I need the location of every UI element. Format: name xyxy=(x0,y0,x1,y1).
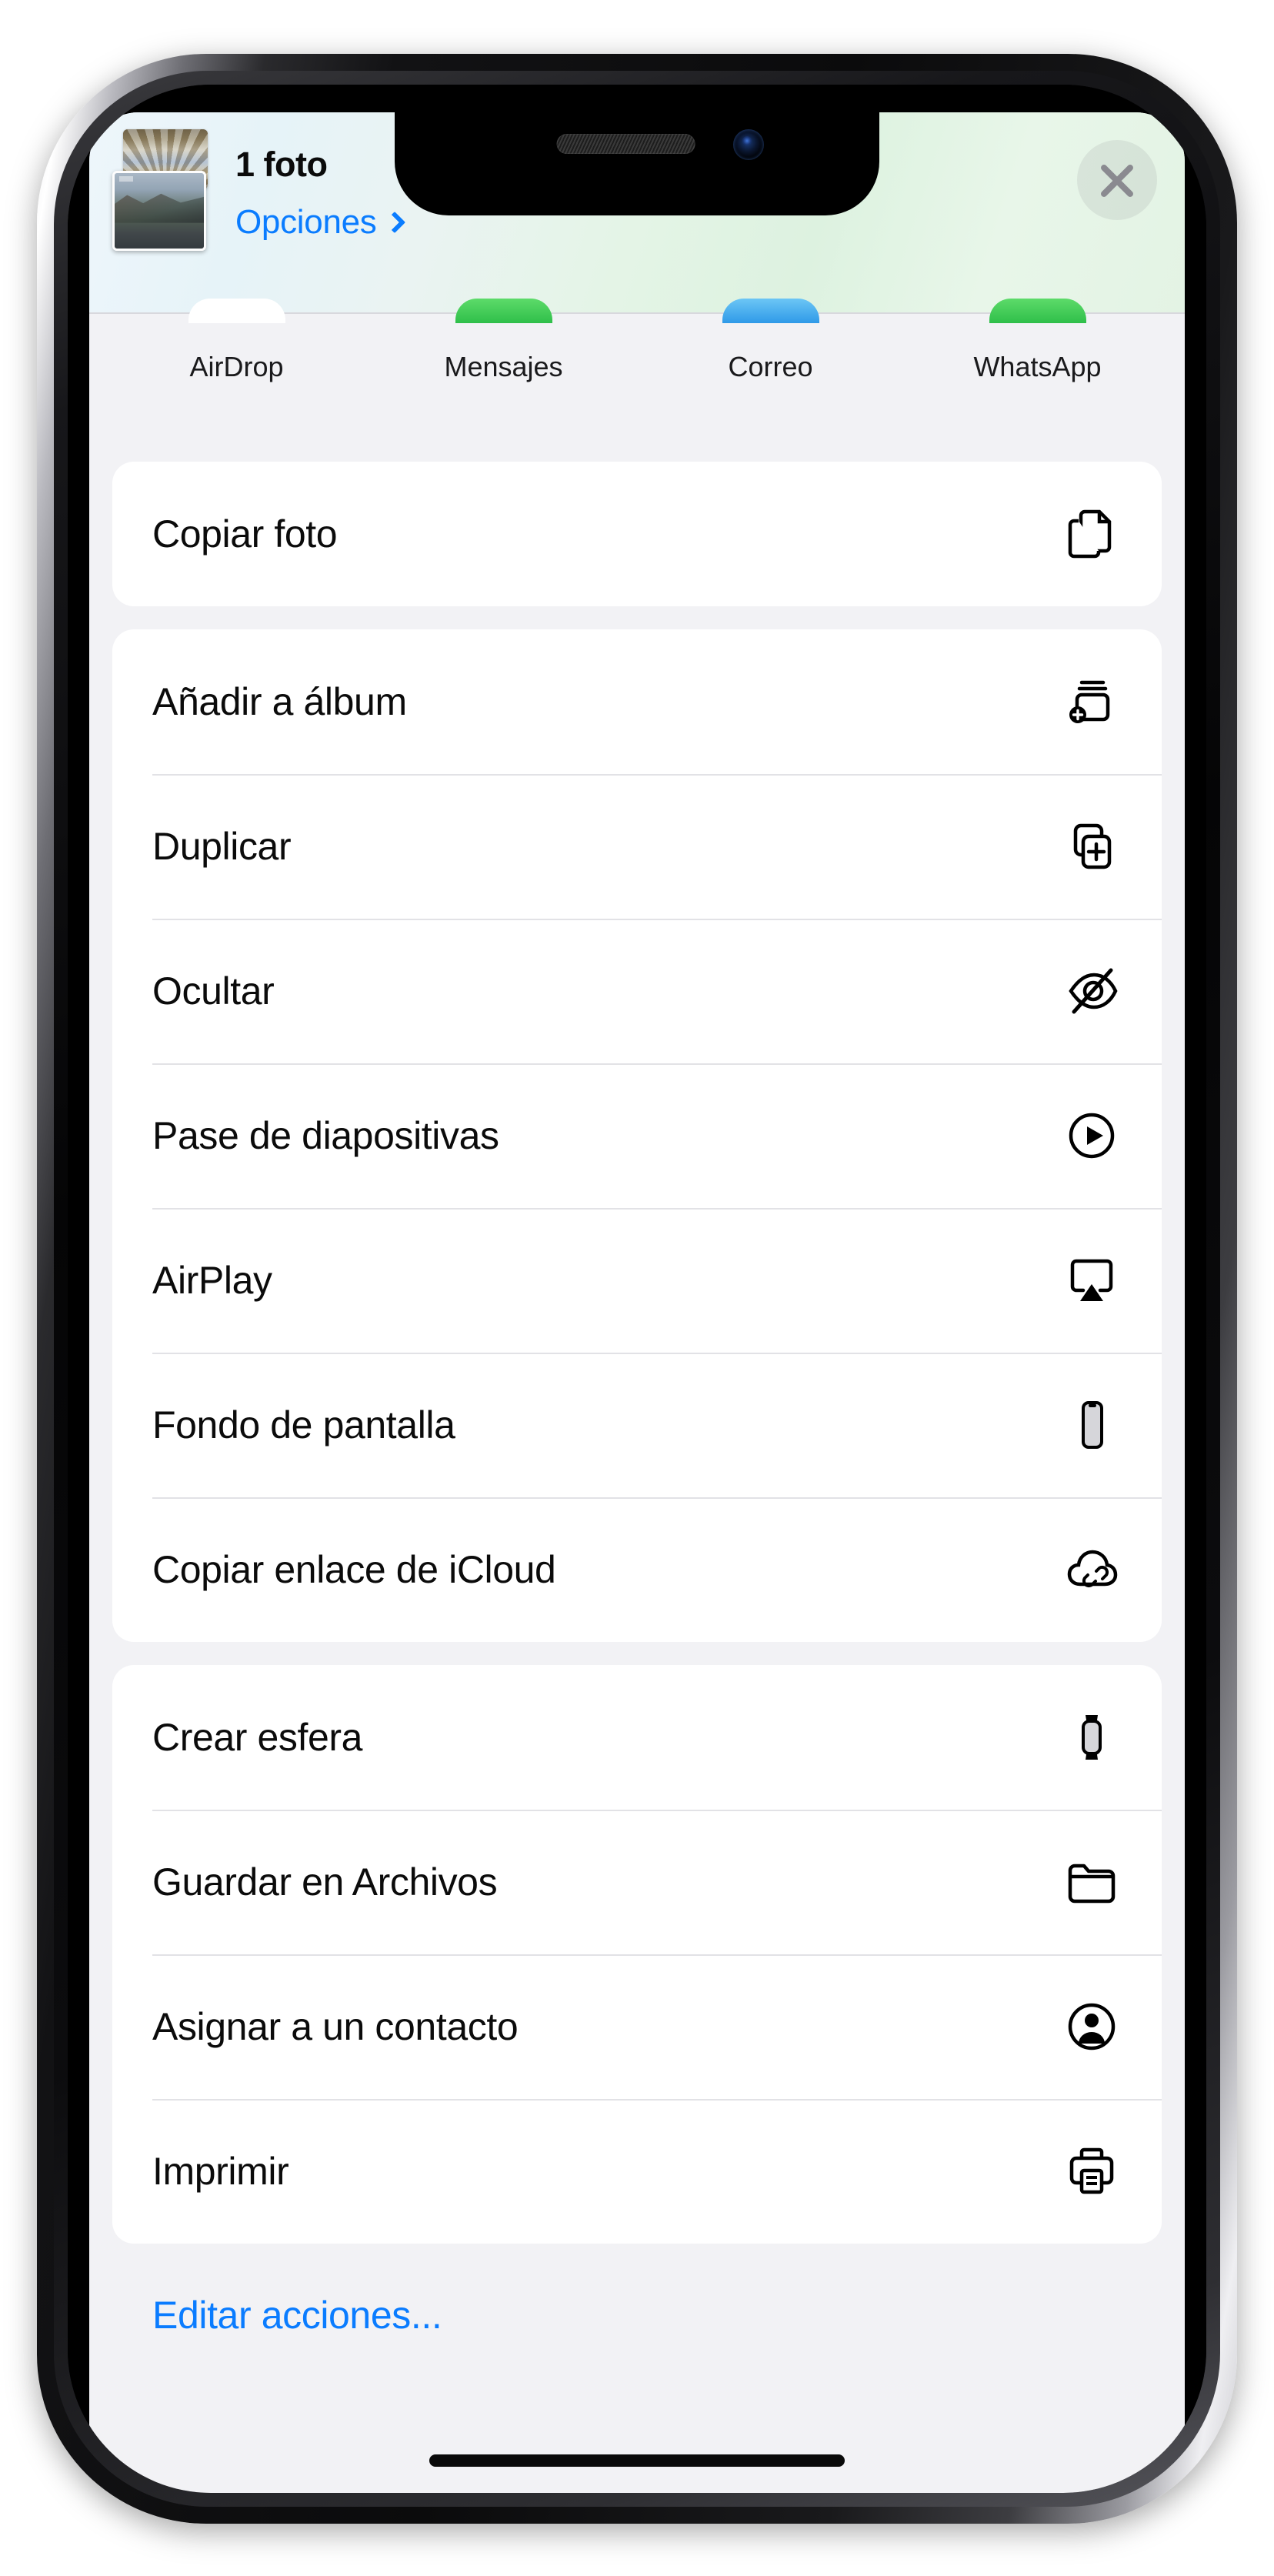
app-share-label: Correo xyxy=(728,351,813,382)
action-row-label: Asignar a un contacto xyxy=(152,2005,519,2048)
link-cloud-icon xyxy=(1059,1537,1125,1603)
close-button[interactable] xyxy=(1077,140,1157,220)
app-share-item-airdrop[interactable]: AirDrop xyxy=(103,299,370,435)
front-camera-icon xyxy=(733,129,764,160)
action-row-label: AirPlay xyxy=(152,1259,272,1302)
app-share-item-mensajes[interactable]: Mensajes xyxy=(370,299,637,435)
app-share-label: WhatsApp xyxy=(973,351,1102,382)
person-circle-icon xyxy=(1059,1994,1125,2060)
edit-actions-button[interactable]: Editar acciones... xyxy=(112,2267,1162,2337)
action-row-duplicar[interactable]: Duplicar xyxy=(112,774,1162,919)
applewatch-icon xyxy=(1059,1704,1125,1770)
photo-thumbnail-stack[interactable] xyxy=(112,129,211,252)
action-row-copiar-foto[interactable]: Copiar foto xyxy=(112,462,1162,606)
action-row-fondo-de-pantalla[interactable]: Fondo de pantalla xyxy=(112,1353,1162,1497)
options-link-label: Opciones xyxy=(235,203,377,241)
share-sheet-title: 1 foto xyxy=(235,145,328,184)
earpiece-speaker-icon xyxy=(556,134,695,154)
airplayvideo-icon xyxy=(1059,1247,1125,1313)
whatsapp-icon xyxy=(989,299,1086,323)
device-notch xyxy=(395,85,879,215)
action-group-1: Copiar foto xyxy=(112,462,1162,606)
app-share-label: Mensajes xyxy=(444,351,563,382)
iphone-device-frame: 1 foto Opciones AirDrop Mensajes Correo … xyxy=(37,54,1237,2524)
app-share-item-whatsapp[interactable]: WhatsApp xyxy=(904,299,1171,435)
action-row-label: Imprimir xyxy=(152,2150,289,2193)
home-indicator[interactable] xyxy=(429,2454,845,2467)
screenshot-stage: 1 foto Opciones AirDrop Mensajes Correo … xyxy=(0,0,1274,2576)
action-group-3: Crear esfera Guardar en Archivos Asignar… xyxy=(112,1665,1162,2244)
action-row-airplay[interactable]: AirPlay xyxy=(112,1208,1162,1353)
action-row-pase-de-diapositivas[interactable]: Pase de diapositivas xyxy=(112,1063,1162,1208)
action-row-label: Crear esfera xyxy=(152,1716,363,1759)
action-row-label: Ocultar xyxy=(152,969,275,1013)
action-row-copiar-enlace-de-icloud[interactable]: Copiar enlace de iCloud xyxy=(112,1497,1162,1642)
action-group-2: Añadir a álbum Duplicar Ocultar Pase de … xyxy=(112,629,1162,1642)
action-row-label: Copiar enlace de iCloud xyxy=(152,1548,556,1591)
action-row-ocultar[interactable]: Ocultar xyxy=(112,919,1162,1063)
close-icon xyxy=(1096,158,1139,202)
action-row-label: Añadir a álbum xyxy=(152,680,407,723)
action-row-imprimir[interactable]: Imprimir xyxy=(112,2099,1162,2244)
action-row-anadir-a-album[interactable]: Añadir a álbum xyxy=(112,629,1162,774)
iphone-wallpaper-icon xyxy=(1059,1392,1125,1458)
action-row-label: Duplicar xyxy=(152,825,292,868)
copy-doc-on-doc-icon xyxy=(1059,501,1125,567)
action-row-guardar-en-archivos[interactable]: Guardar en Archivos xyxy=(112,1810,1162,1954)
plus-square-on-square-icon xyxy=(1059,813,1125,879)
mail-icon xyxy=(722,299,819,323)
action-row-label: Fondo de pantalla xyxy=(152,1403,455,1446)
eye-slash-icon xyxy=(1059,958,1125,1024)
action-row-crear-esfera[interactable]: Crear esfera xyxy=(112,1665,1162,1810)
app-share-row: AirDrop Mensajes Correo WhatsApp xyxy=(89,299,1185,435)
share-sheet: 1 foto Opciones AirDrop Mensajes Correo … xyxy=(89,112,1185,2493)
printer-icon xyxy=(1059,2138,1125,2204)
device-screen: 1 foto Opciones AirDrop Mensajes Correo … xyxy=(68,85,1206,2493)
messages-icon xyxy=(455,299,552,323)
device-inner-bezel: 1 foto Opciones AirDrop Mensajes Correo … xyxy=(68,85,1206,2493)
action-row-asignar-a-un-contacto[interactable]: Asignar a un contacto xyxy=(112,1954,1162,2099)
action-groups: Copiar foto Añadir a álbum Duplicar Ocul… xyxy=(89,462,1185,2337)
folder-icon xyxy=(1059,1849,1125,1915)
device-bezel: 1 foto Opciones AirDrop Mensajes Correo … xyxy=(54,71,1220,2507)
action-row-label: Guardar en Archivos xyxy=(152,1860,498,1904)
chevron-right-icon xyxy=(384,211,406,234)
airdrop-icon xyxy=(188,299,285,323)
action-row-label: Copiar foto xyxy=(152,512,338,556)
rectangle-stack-badge-plus-icon xyxy=(1059,669,1125,735)
options-link[interactable]: Opciones xyxy=(235,203,406,242)
photo-thumbnail-front xyxy=(112,171,206,251)
app-share-item-correo[interactable]: Correo xyxy=(637,299,904,435)
app-share-label: AirDrop xyxy=(189,351,284,382)
action-row-label: Pase de diapositivas xyxy=(152,1114,499,1157)
play-circle-icon xyxy=(1059,1103,1125,1169)
